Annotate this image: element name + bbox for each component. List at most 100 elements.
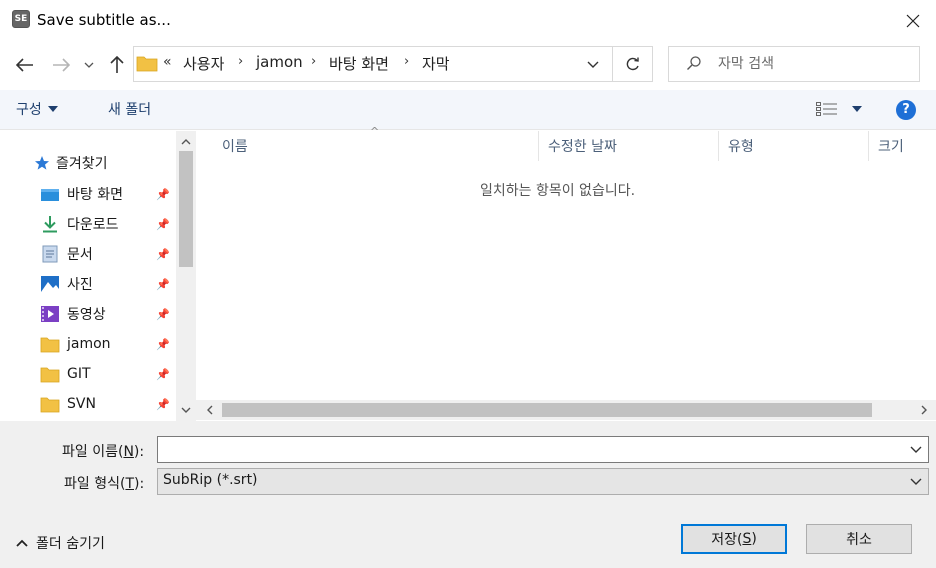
empty-folder-message: 일치하는 항목이 없습니다. <box>480 183 636 199</box>
chevron-right-icon <box>921 405 927 415</box>
chevron-down-icon <box>587 61 599 68</box>
sidebar-item-jamon[interactable]: jamon 📌 <box>0 329 176 359</box>
breadcrumb-users[interactable]: 사용자 <box>183 53 224 74</box>
filetype-label: 파일 형식(T): <box>64 476 145 492</box>
column-header-type[interactable]: 유형 <box>728 136 754 156</box>
filetype-select[interactable] <box>157 468 929 495</box>
arrow-right-icon <box>53 58 70 72</box>
download-icon <box>43 216 57 233</box>
hide-folders-label: 폴더 숨기기 <box>36 536 105 552</box>
close-icon <box>906 14 920 28</box>
sidebar-item-label: SVN <box>67 396 96 412</box>
filetype-selected-value: SubRip (*.srt) <box>163 472 258 488</box>
breadcrumb-desktop[interactable]: 바탕 화면 <box>329 53 389 74</box>
filename-label: 파일 이름(N): <box>62 444 145 460</box>
sidebar-item-desktop[interactable]: 바탕 화면 📌 <box>0 179 176 209</box>
sidebar-item-label: 동영상 <box>67 307 106 323</box>
sidebar-item-label: 사진 <box>67 277 93 293</box>
back-button[interactable] <box>14 54 36 76</box>
search-input[interactable] <box>668 46 920 82</box>
chevron-down-icon <box>910 478 922 485</box>
caret-down-icon <box>852 106 862 112</box>
sidebar-item-label: jamon <box>67 336 111 352</box>
address-dropdown-button[interactable] <box>582 52 604 76</box>
new-folder-button[interactable]: 새 폴더 <box>108 99 151 119</box>
hide-folders-toggle[interactable]: 폴더 숨기기 <box>16 533 105 553</box>
sort-indicator-icon: ^ <box>370 125 380 138</box>
sidebar-item-documents[interactable]: 문서 📌 <box>0 239 176 269</box>
up-button[interactable] <box>106 54 128 76</box>
app-icon: SE <box>12 10 30 28</box>
search-icon <box>686 55 702 75</box>
file-list[interactable] <box>196 131 936 421</box>
breadcrumb-separator[interactable]: › <box>238 54 243 69</box>
sidebar-item-label: 문서 <box>67 247 93 263</box>
pin-icon: 📌 <box>156 187 170 201</box>
refresh-button[interactable] <box>612 47 652 81</box>
column-header-date[interactable]: 수정한 날짜 <box>548 136 617 156</box>
filename-dropdown-button[interactable] <box>906 438 926 460</box>
folder-icon <box>40 367 60 383</box>
pin-icon: 📌 <box>156 247 170 261</box>
close-button[interactable] <box>890 6 936 36</box>
sidebar-item-label: GIT <box>67 366 91 382</box>
chevron-down-icon <box>910 446 922 453</box>
pin-icon: 📌 <box>156 277 170 291</box>
column-header-name[interactable]: 이름 <box>222 136 248 156</box>
breadcrumb-separator[interactable]: › <box>311 54 316 69</box>
sidebar-item-pictures[interactable]: 사진 📌 <box>0 269 176 299</box>
pictures-icon <box>41 276 59 292</box>
folder-icon <box>40 337 60 353</box>
column-divider[interactable] <box>538 131 539 161</box>
cancel-button[interactable]: 취소 <box>806 524 912 554</box>
breadcrumb-jamon[interactable]: jamon <box>256 53 303 71</box>
nav-scroll-up-button[interactable] <box>176 132 196 152</box>
details-view-icon <box>816 102 837 116</box>
arrow-left-icon <box>16 58 33 72</box>
nav-scroll-down-button[interactable] <box>176 400 196 420</box>
folder-icon <box>40 397 60 413</box>
pin-icon: 📌 <box>156 217 170 231</box>
filename-field[interactable] <box>157 436 929 463</box>
column-header-size[interactable]: 크기 <box>878 136 904 156</box>
quick-access-item[interactable]: 즐겨찾기 <box>34 153 108 173</box>
breadcrumb-separator[interactable]: › <box>404 54 409 69</box>
sidebar-item-videos[interactable]: 동영상 📌 <box>0 299 176 329</box>
scroll-right-button[interactable] <box>916 402 932 418</box>
chevron-down-icon <box>181 407 191 413</box>
sidebar-item-label: 다운로드 <box>67 217 119 233</box>
chevron-up-icon <box>181 139 191 145</box>
arrow-up-icon <box>110 56 124 73</box>
documents-icon <box>42 245 58 263</box>
sidebar-item-git[interactable]: GIT 📌 <box>0 359 176 389</box>
breadcrumb-subtitles[interactable]: 자막 <box>422 53 450 74</box>
videos-icon <box>41 306 59 322</box>
pin-icon: 📌 <box>156 337 170 351</box>
pin-icon: 📌 <box>156 367 170 381</box>
pin-icon: 📌 <box>156 307 170 321</box>
filetype-dropdown-button[interactable] <box>906 470 926 492</box>
view-options-button[interactable] <box>816 102 862 116</box>
column-divider[interactable] <box>718 131 719 161</box>
save-button[interactable]: 저장(S) <box>681 524 787 554</box>
scroll-left-button[interactable] <box>202 402 218 418</box>
chevron-down-icon <box>84 62 94 68</box>
quick-access-label: 즐겨찾기 <box>56 156 108 172</box>
desktop-icon <box>41 189 59 201</box>
forward-button[interactable] <box>50 54 72 76</box>
recent-locations-button[interactable] <box>81 54 97 76</box>
horizontal-scroll-thumb[interactable] <box>222 403 872 417</box>
organize-label: 구성 <box>16 102 42 118</box>
pin-icon: 📌 <box>156 397 170 411</box>
sidebar-item-svn[interactable]: SVN 📌 <box>0 389 176 419</box>
organize-button[interactable]: 구성 <box>16 99 58 119</box>
search-placeholder: 자막 검색 <box>718 56 774 72</box>
help-icon[interactable]: ? <box>896 100 916 120</box>
sidebar-item-downloads[interactable]: 다운로드 📌 <box>0 209 176 239</box>
column-divider[interactable] <box>868 131 869 161</box>
chevron-up-icon <box>16 539 28 547</box>
caret-down-icon <box>47 106 58 112</box>
chevron-left-icon <box>207 405 213 415</box>
address-overflow[interactable]: « <box>163 54 172 70</box>
nav-scroll-thumb[interactable] <box>179 151 193 267</box>
